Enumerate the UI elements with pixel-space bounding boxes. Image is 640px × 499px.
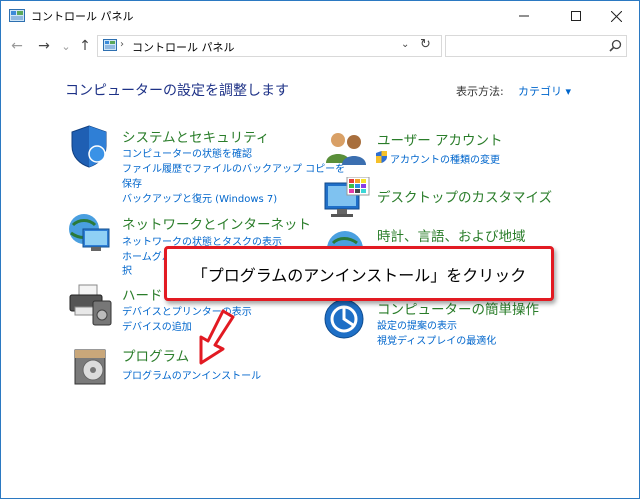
recent-locations-button[interactable]: ⌄ <box>56 36 76 56</box>
forward-button[interactable]: → <box>34 36 54 56</box>
category-network-internet[interactable]: ネットワークとインターネット <box>122 213 311 233</box>
control-panel-icon <box>103 39 117 51</box>
link-homegroup-cont[interactable]: 択 <box>122 262 132 277</box>
title-bar: コントロール パネル <box>1 1 639 31</box>
search-input[interactable] <box>445 35 627 57</box>
link-file-history-backup[interactable]: ファイル履歴でファイルのバックアップ コピーを <box>122 160 345 175</box>
window-title: コントロール パネル <box>31 10 134 23</box>
view-by-dropdown[interactable]: カテゴリ ▾ <box>518 83 571 99</box>
control-panel-icon <box>9 9 25 22</box>
pointer-arrow-icon <box>199 309 235 365</box>
link-optimize-visual-display[interactable]: 視覚ディスプレイの最適化 <box>377 332 496 347</box>
breadcrumb[interactable]: コントロール パネル <box>132 39 235 55</box>
minimize-button[interactable] <box>501 1 547 31</box>
breadcrumb-separator: › <box>120 39 124 50</box>
link-file-history-backup-cont[interactable]: 保存 <box>122 175 142 190</box>
search-icon[interactable] <box>609 39 622 52</box>
category-system-security[interactable]: システムとセキュリティ <box>122 126 269 146</box>
maximize-icon <box>571 11 581 21</box>
printer-icon[interactable] <box>67 283 113 327</box>
up-button[interactable]: ↑ <box>75 36 95 56</box>
control-panel-window: コントロール パネル ← → ⌄ ↑ › コントロール パネル ⌄ ↻ コンピュ… <box>0 0 640 499</box>
network-icon[interactable] <box>67 211 113 255</box>
link-check-computer-status[interactable]: コンピューターの状態を確認 <box>122 145 252 160</box>
programs-icon[interactable] <box>71 344 111 386</box>
navigation-bar: ← → ⌄ ↑ › コントロール パネル ⌄ ↻ <box>1 33 639 59</box>
link-settings-suggestions[interactable]: 設定の提案の表示 <box>377 317 457 332</box>
page-title: コンピューターの設定を調整します <box>65 83 289 99</box>
link-change-account-type[interactable]: アカウントの種類の変更 <box>390 151 500 166</box>
minimize-icon <box>519 15 529 17</box>
accessibility-icon[interactable] <box>323 298 365 340</box>
shield-icon[interactable] <box>69 124 109 168</box>
view-by-label: 表示方法: <box>456 85 504 98</box>
category-ease-of-access[interactable]: コンピューターの簡単操作 <box>377 298 539 318</box>
address-dropdown-button[interactable]: ⌄ <box>401 39 409 50</box>
category-clock-language-region[interactable]: 時計、言語、および地域 <box>377 225 526 245</box>
refresh-button[interactable]: ↻ <box>420 37 431 52</box>
instruction-callout: 「プログラムのアンインストール」をクリック <box>164 246 554 301</box>
category-programs[interactable]: プログラム <box>122 345 189 365</box>
link-backup-restore[interactable]: バックアップと復元 (Windows 7) <box>122 190 277 205</box>
close-button[interactable] <box>593 1 639 31</box>
back-button[interactable]: ← <box>7 36 27 56</box>
category-user-accounts[interactable]: ユーザー アカウント <box>377 129 503 149</box>
close-icon <box>610 10 622 22</box>
link-uninstall-program[interactable]: プログラムのアンインストール <box>122 367 261 382</box>
desktop-icon[interactable] <box>323 177 371 219</box>
category-desktop-customization[interactable]: デスクトップのカスタマイズ <box>377 186 552 206</box>
address-bar[interactable]: › コントロール パネル ⌄ ↻ <box>97 35 442 57</box>
link-add-device[interactable]: デバイスの追加 <box>122 318 192 333</box>
uac-shield-icon <box>376 151 387 163</box>
users-icon[interactable] <box>324 129 370 167</box>
